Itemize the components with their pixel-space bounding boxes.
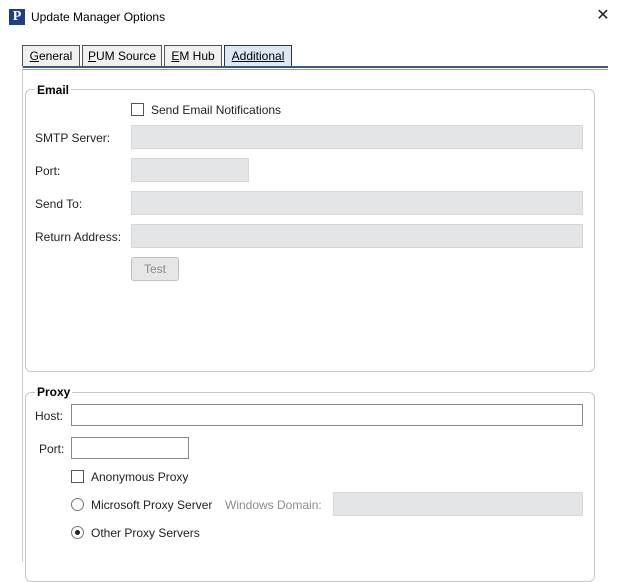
tab-divider (22, 66, 608, 68)
proxy-host-field[interactable] (71, 404, 583, 426)
radio-selected-dot (75, 530, 80, 535)
proxy-legend: Proxy (35, 385, 73, 399)
email-legend: Email (35, 83, 72, 97)
proxy-host-label: Host: (35, 409, 64, 423)
send-email-notifications-label: Send Email Notifications (151, 103, 282, 117)
tab-additional-label: dditional (239, 49, 285, 63)
title-bar: P Update Manager Options ✕ (0, 0, 621, 34)
tab-panel-edge (22, 66, 23, 562)
smtp-server-field[interactable] (131, 125, 583, 149)
proxy-port-label: Port: (39, 442, 65, 456)
send-to-label: Send To: (35, 197, 83, 211)
proxy-port-field[interactable] (71, 437, 189, 459)
tab-additional-mnemonic: A (231, 49, 240, 63)
app-icon: P (9, 9, 25, 25)
anonymous-proxy-label: Anonymous Proxy (91, 470, 189, 484)
microsoft-proxy-radio[interactable] (71, 498, 84, 511)
microsoft-proxy-label: Microsoft Proxy Server (91, 498, 213, 512)
windows-domain-label: Windows Domain: (225, 498, 322, 512)
other-proxy-label: Other Proxy Servers (91, 526, 200, 540)
tab-pum-source-mnemonic: P (87, 49, 96, 63)
smtp-server-label: SMTP Server: (35, 131, 111, 145)
tab-em-hub-label: M Hub (179, 49, 215, 63)
test-button[interactable]: Test (131, 257, 179, 281)
window-title: Update Manager Options (31, 10, 166, 24)
tab-general-label: eneral (38, 49, 73, 63)
return-address-label: Return Address: (35, 230, 122, 244)
return-address-field[interactable] (131, 224, 583, 248)
windows-domain-field[interactable] (333, 492, 583, 516)
tab-em-hub[interactable]: EM Hub (164, 45, 222, 67)
close-icon[interactable]: ✕ (593, 6, 613, 26)
tab-additional[interactable]: Additional (224, 45, 292, 67)
tab-pum-source-label: UM Source (95, 49, 157, 63)
tab-general[interactable]: General (22, 45, 80, 67)
other-proxy-radio[interactable] (71, 526, 84, 539)
email-port-field[interactable] (131, 158, 249, 182)
tab-pum-source[interactable]: PUM Source (82, 45, 162, 67)
anonymous-proxy-checkbox[interactable] (71, 470, 84, 483)
email-port-label: Port: (35, 164, 61, 178)
tab-divider-highlight (22, 69, 608, 70)
send-to-field[interactable] (131, 191, 583, 215)
tab-general-mnemonic: G (29, 49, 39, 63)
send-email-notifications-checkbox[interactable] (131, 103, 144, 116)
